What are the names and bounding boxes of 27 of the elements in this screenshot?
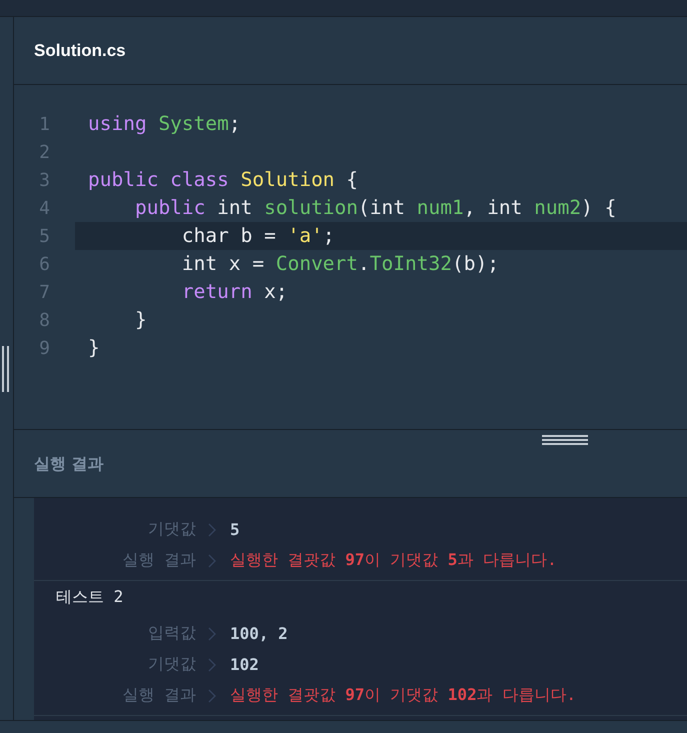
code-line: } (134, 307, 148, 333)
result-label: 기댓값 (147, 519, 196, 540)
result-label: 실행 결과 (121, 685, 196, 706)
result-value: 100, 2 (230, 624, 288, 643)
results-title: 실행 결과 (33, 453, 105, 475)
code-line: using System; (87, 111, 242, 137)
chevron-icon (208, 522, 216, 536)
code-line: return x; (180, 279, 289, 305)
result-value: 5 (230, 520, 240, 539)
resize-handle-icon[interactable] (2, 346, 10, 392)
result-label: 입력값 (147, 623, 196, 644)
result-label: 실행 결과 (121, 550, 196, 571)
code-line: public int solution(int num1, int num2) { (134, 195, 618, 221)
test-title: 테스트 2 (55, 586, 124, 608)
result-value: 102 (230, 655, 259, 674)
chevron-icon (208, 626, 216, 640)
chevron-icon (208, 554, 216, 568)
result-label: 기댓값 (147, 654, 196, 675)
file-title[interactable]: Solution.cs (34, 40, 126, 60)
result-message: 실행한 결괏값 97이 기댓값 5과 다릅니다. (230, 550, 557, 571)
chevron-icon (208, 658, 216, 672)
code-line: } (87, 335, 101, 361)
chevron-icon (208, 688, 216, 702)
code-line: int x = Convert.ToInt32(b); (180, 251, 500, 277)
resize-handle-icon[interactable] (542, 435, 588, 445)
result-message: 실행한 결괏값 97이 기댓값 102과 다릅니다. (230, 685, 576, 706)
code-line: public class Solution { (87, 167, 360, 193)
